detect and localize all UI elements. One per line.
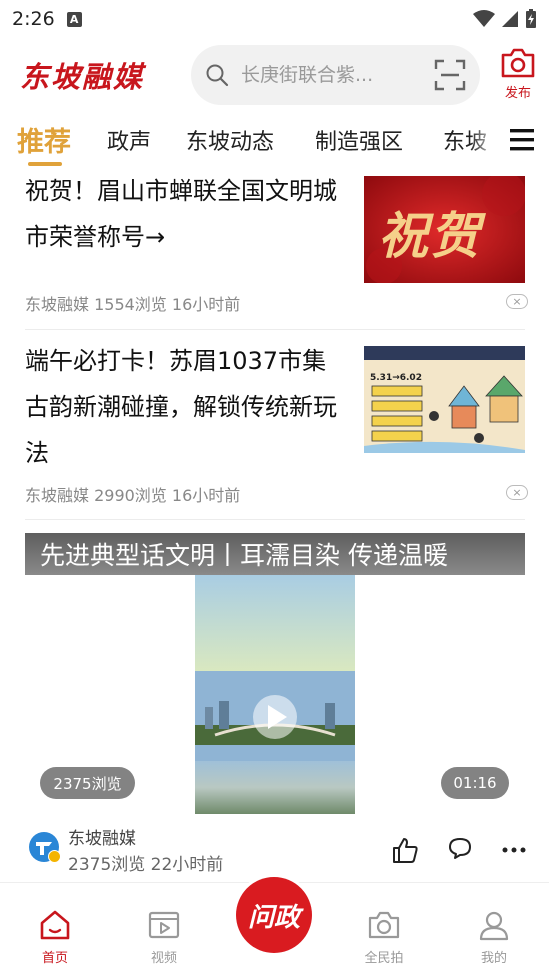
- active-tab-indicator: [28, 162, 62, 166]
- nav-citizen-shoot[interactable]: 全民拍: [349, 909, 419, 966]
- source-stats: 2375浏览 22小时前: [68, 855, 224, 875]
- comment-icon[interactable]: [448, 836, 472, 860]
- app-header: 东坡融媒 发布: [0, 42, 549, 108]
- nav-mine-label: 我的: [480, 951, 507, 966]
- category-tabs: 推荐 政声 东坡动态 制造强区 东坡: [0, 118, 549, 168]
- video-meta: 东坡融媒 2375浏览 22小时前: [25, 822, 527, 878]
- wifi-icon: [473, 10, 495, 27]
- tabs-fade: [470, 118, 500, 168]
- nav-mine[interactable]: 我的: [459, 909, 529, 966]
- divider: [25, 519, 525, 520]
- divider: [25, 329, 525, 330]
- dismiss-button[interactable]: ×: [506, 294, 528, 309]
- search-bar[interactable]: [191, 45, 480, 105]
- search-icon: [206, 64, 229, 87]
- news-item[interactable]: 祝贺！眉山市蝉联全国文明城市荣誉称号→ 祝贺 东坡融媒 1554浏览 16小时前…: [25, 168, 528, 318]
- status-bar: 2:26 A: [0, 0, 549, 38]
- news-title[interactable]: 端午必打卡！苏眉1037市集古韵新潮碰撞，解锁传统新玩法: [25, 338, 345, 476]
- more-icon[interactable]: [501, 846, 527, 854]
- nav-home[interactable]: 首页: [20, 909, 90, 966]
- video-title: 先进典型话文明丨耳濡目染 传递温暖: [40, 541, 448, 570]
- video-duration-badge: 01:16: [441, 767, 509, 799]
- source-name[interactable]: 东坡融媒: [68, 824, 136, 849]
- thumbnail-text: 5.31→6.02: [370, 373, 422, 383]
- camera-icon: [501, 48, 535, 78]
- video-views-badge: 2375浏览: [40, 767, 135, 799]
- notification-icon: A: [66, 11, 82, 27]
- publish-label: 发布: [504, 86, 531, 101]
- camera-icon: [368, 911, 400, 939]
- nav-wenzheng-button[interactable]: 问政: [236, 877, 312, 953]
- app-logo[interactable]: 东坡融媒: [20, 54, 144, 96]
- like-icon[interactable]: [391, 836, 419, 864]
- news-title[interactable]: 祝贺！眉山市蝉联全国文明城市荣誉称号→: [25, 168, 345, 260]
- tab-manufacturing[interactable]: 制造强区: [315, 124, 403, 156]
- tab-zhengsheng[interactable]: 政声: [107, 124, 151, 156]
- user-icon: [479, 911, 509, 941]
- signal-icon: [502, 11, 518, 27]
- bottom-nav: 首页 视频 问政 全民拍 我的: [0, 877, 549, 976]
- video-title-banner: 先进典型话文明丨耳濡目染 传递温暖: [25, 533, 525, 575]
- nav-video[interactable]: 视频: [129, 909, 199, 966]
- status-time: 2:26: [12, 8, 55, 30]
- nav-video-label: 视频: [150, 951, 177, 966]
- nav-citizen-label: 全民拍: [364, 951, 404, 966]
- news-meta: 东坡融媒 1554浏览 16小时前: [25, 295, 241, 314]
- dismiss-button[interactable]: ×: [506, 485, 528, 500]
- battery-icon: [526, 9, 536, 28]
- news-meta: 东坡融媒 2990浏览 16小时前: [25, 486, 241, 505]
- thumbnail-text: 祝贺: [378, 206, 482, 265]
- tab-recommend[interactable]: 推荐: [17, 120, 71, 159]
- news-thumbnail[interactable]: 5.31→6.02: [364, 346, 525, 453]
- video-card[interactable]: 先进典型话文明丨耳濡目染 传递温暖 2375浏览 01:16: [25, 533, 525, 814]
- tab-dongpo-news[interactable]: 东坡动态: [186, 124, 274, 156]
- publish-button[interactable]: 发布: [498, 48, 538, 101]
- nav-home-label: 首页: [41, 951, 68, 966]
- verified-badge-icon: [48, 850, 61, 863]
- news-item[interactable]: 端午必打卡！苏眉1037市集古韵新潮碰撞，解锁传统新玩法 5.31→6.02 东…: [25, 338, 528, 508]
- home-icon: [40, 910, 70, 940]
- video-player[interactable]: [195, 575, 355, 814]
- video-icon: [148, 911, 180, 939]
- search-input[interactable]: [241, 64, 411, 86]
- status-indicators: [473, 9, 537, 29]
- channel-menu-icon[interactable]: [506, 126, 536, 154]
- news-thumbnail[interactable]: 祝贺: [364, 176, 525, 283]
- scan-icon[interactable]: [434, 59, 466, 91]
